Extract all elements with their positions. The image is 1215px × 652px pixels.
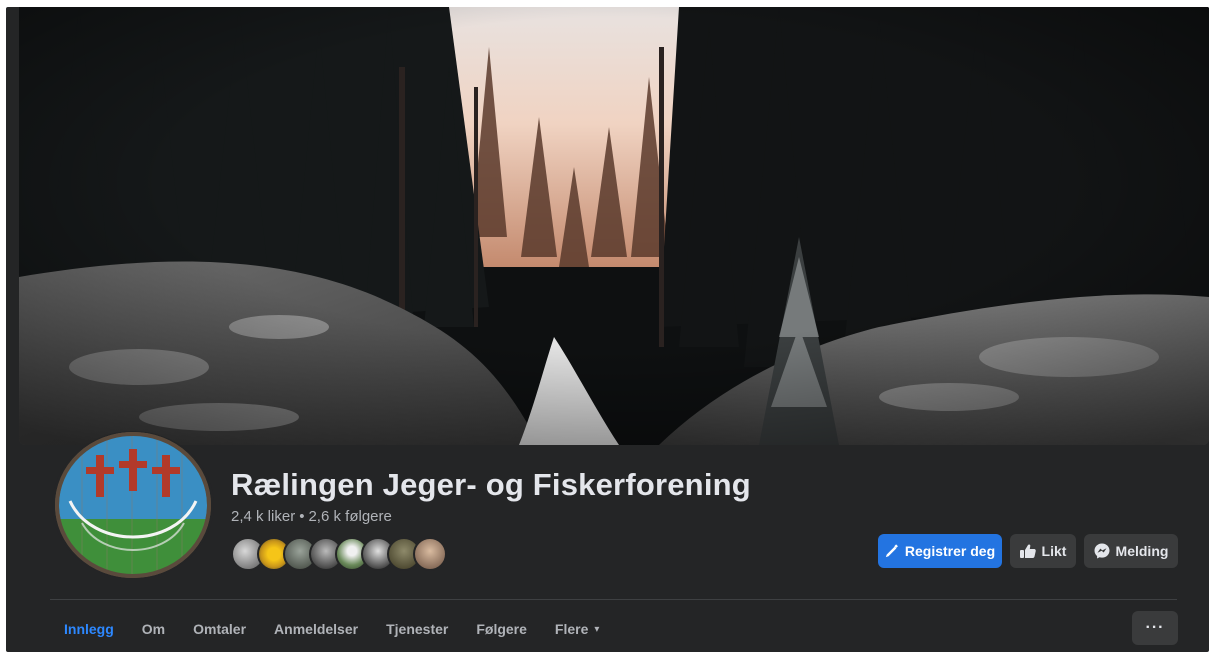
cover-photo[interactable] xyxy=(19,7,1209,445)
page-stats: 2,4 k liker • 2,6 k følgere xyxy=(231,508,392,525)
tab-label: Følgere xyxy=(476,621,527,637)
tab-label: Omtaler xyxy=(193,621,247,637)
friend-avatar[interactable] xyxy=(413,537,447,571)
tab-anmeldelser[interactable]: Anmeldelser xyxy=(260,611,372,647)
followers-count[interactable]: 2,6 k følgere xyxy=(308,508,391,525)
tab-label: Tjenester xyxy=(386,621,449,637)
tab-omtaler[interactable]: Omtaler xyxy=(179,611,260,647)
tab-innlegg[interactable]: Innlegg xyxy=(50,611,128,647)
tab-label: Innlegg xyxy=(64,621,114,637)
profile-picture[interactable] xyxy=(52,431,214,579)
tab-folgere[interactable]: Følgere xyxy=(462,611,541,647)
liked-button[interactable]: Likt xyxy=(1010,534,1076,568)
likes-count[interactable]: 2,4 k liker xyxy=(231,508,295,525)
tab-label: Flere xyxy=(554,621,589,637)
tab-tjenester[interactable]: Tjenester xyxy=(372,611,462,647)
pencil-icon xyxy=(885,544,899,558)
tab-om[interactable]: Om xyxy=(128,611,179,647)
page-tabs: Innlegg Om Omtaler Anmeldelser Tjenester… xyxy=(50,611,613,647)
tab-flere[interactable]: Flere ▾ xyxy=(541,611,614,647)
liked-label: Likt xyxy=(1041,543,1067,559)
stats-separator: • xyxy=(299,508,305,525)
more-options-button[interactable]: ··· xyxy=(1132,611,1178,645)
header-divider xyxy=(50,599,1177,600)
tab-label: Anmeldelser xyxy=(274,621,359,637)
page-header: Rælingen Jeger- og Fiskerforening 2,4 k … xyxy=(6,7,1209,652)
message-button[interactable]: Melding xyxy=(1084,534,1178,568)
thumbs-up-icon xyxy=(1019,544,1036,558)
register-label: Registrer deg xyxy=(904,543,996,559)
message-label: Melding xyxy=(1115,543,1169,559)
tab-label: Om xyxy=(141,621,166,637)
messenger-icon xyxy=(1094,543,1110,559)
page-title: Rælingen Jeger- og Fiskerforening xyxy=(231,467,751,502)
register-button[interactable]: Registrer deg xyxy=(878,534,1002,568)
caret-down-icon: ▾ xyxy=(594,623,600,635)
